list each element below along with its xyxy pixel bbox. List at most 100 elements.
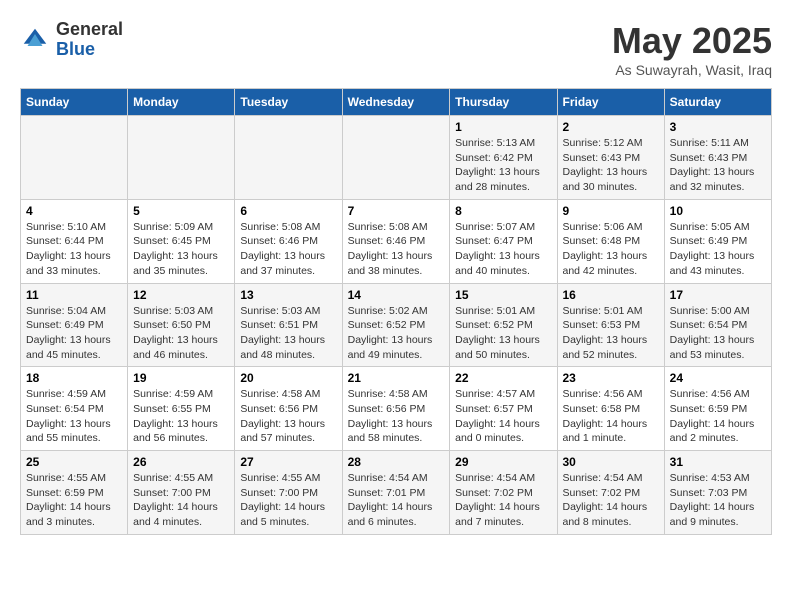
logo: General Blue (20, 20, 123, 60)
day-number: 5 (133, 204, 229, 218)
day-number: 27 (240, 455, 336, 469)
calendar-table: SundayMondayTuesdayWednesdayThursdayFrid… (20, 88, 772, 535)
day-number: 18 (26, 371, 122, 385)
calendar-cell: 11 Sunrise: 5:04 AMSunset: 6:49 PMDayligh… (21, 283, 128, 367)
calendar-cell: 15Sunrise: 5:01 AMSunset: 6:52 PMDayligh… (450, 283, 557, 367)
calendar-cell: 30 Sunrise: 4:54 AMSunset: 7:02 PMDayligh… (557, 451, 664, 535)
calendar-cell: 27 Sunrise: 4:55 AMSunset: 7:00 PMDayligh… (235, 451, 342, 535)
calendar-week-row: 18 Sunrise: 4:59 AMSunset: 6:54 PMDayligh… (21, 367, 772, 451)
header-friday: Friday (557, 89, 664, 116)
day-info: Sunrise: 5:01 AMSunset: 6:52 PMDaylight:… (455, 304, 551, 363)
day-info: Sunrise: 4:59 AMSunset: 6:55 PMDaylight:… (133, 387, 229, 446)
calendar-cell: 12 Sunrise: 5:03 AMSunset: 6:50 PMDayligh… (128, 283, 235, 367)
day-info: Sunrise: 4:53 AMSunset: 7:03 PMDaylight:… (670, 471, 766, 530)
day-info: Sunrise: 5:04 AMSunset: 6:49 PMDaylight:… (26, 304, 122, 363)
day-number: 22 (455, 371, 551, 385)
day-info: Sunrise: 4:55 AMSunset: 7:00 PMDaylight:… (240, 471, 336, 530)
day-info: Sunrise: 4:55 AMSunset: 6:59 PMDaylight:… (26, 471, 122, 530)
day-info: Sunrise: 5:08 AMSunset: 6:46 PMDaylight:… (348, 220, 445, 279)
day-info: Sunrise: 5:11 AMSunset: 6:43 PMDaylight:… (670, 136, 766, 195)
day-number: 11 (26, 288, 122, 302)
calendar-cell: 16 Sunrise: 5:01 AMSunset: 6:53 PMDayligh… (557, 283, 664, 367)
calendar-cell: 5 Sunrise: 5:09 AMSunset: 6:45 PMDaylight… (128, 199, 235, 283)
calendar-week-row: 25 Sunrise: 4:55 AMSunset: 6:59 PMDayligh… (21, 451, 772, 535)
calendar-cell (128, 116, 235, 200)
calendar-cell: 3 Sunrise: 5:11 AMSunset: 6:43 PMDaylight… (664, 116, 771, 200)
day-number: 28 (348, 455, 445, 469)
calendar-week-row: 1Sunrise: 5:13 AMSunset: 6:42 PMDaylight… (21, 116, 772, 200)
day-number: 25 (26, 455, 122, 469)
day-info: Sunrise: 4:55 AMSunset: 7:00 PMDaylight:… (133, 471, 229, 530)
calendar-cell: 14 Sunrise: 5:02 AMSunset: 6:52 PMDayligh… (342, 283, 450, 367)
day-number: 30 (563, 455, 659, 469)
day-info: Sunrise: 5:03 AMSunset: 6:51 PMDaylight:… (240, 304, 336, 363)
location: As Suwayrah, Wasit, Iraq (612, 62, 772, 78)
calendar-cell: 8 Sunrise: 5:07 AMSunset: 6:47 PMDaylight… (450, 199, 557, 283)
day-number: 9 (563, 204, 659, 218)
day-info: Sunrise: 4:54 AMSunset: 7:02 PMDaylight:… (563, 471, 659, 530)
day-number: 29 (455, 455, 551, 469)
calendar-cell: 2 Sunrise: 5:12 AMSunset: 6:43 PMDaylight… (557, 116, 664, 200)
calendar-cell: 29 Sunrise: 4:54 AMSunset: 7:02 PMDayligh… (450, 451, 557, 535)
day-number: 17 (670, 288, 766, 302)
day-info: Sunrise: 5:01 AMSunset: 6:53 PMDaylight:… (563, 304, 659, 363)
day-number: 23 (563, 371, 659, 385)
logo-general: General (56, 20, 123, 40)
calendar-cell: 28 Sunrise: 4:54 AMSunset: 7:01 PMDayligh… (342, 451, 450, 535)
day-number: 14 (348, 288, 445, 302)
day-info: Sunrise: 5:02 AMSunset: 6:52 PMDaylight:… (348, 304, 445, 363)
calendar-cell: 31 Sunrise: 4:53 AMSunset: 7:03 PMDayligh… (664, 451, 771, 535)
calendar-cell: 9Sunrise: 5:06 AMSunset: 6:48 PMDaylight… (557, 199, 664, 283)
header-saturday: Saturday (664, 89, 771, 116)
day-number: 2 (563, 120, 659, 134)
day-info: Sunrise: 4:56 AMSunset: 6:58 PMDaylight:… (563, 387, 659, 446)
day-number: 12 (133, 288, 229, 302)
day-number: 19 (133, 371, 229, 385)
day-info: Sunrise: 4:59 AMSunset: 6:54 PMDaylight:… (26, 387, 122, 446)
day-info: Sunrise: 4:54 AMSunset: 7:02 PMDaylight:… (455, 471, 551, 530)
calendar-header-row: SundayMondayTuesdayWednesdayThursdayFrid… (21, 89, 772, 116)
logo-blue: Blue (56, 40, 123, 60)
calendar-cell: 21Sunrise: 4:58 AMSunset: 6:56 PMDayligh… (342, 367, 450, 451)
header-monday: Monday (128, 89, 235, 116)
calendar-cell: 7Sunrise: 5:08 AMSunset: 6:46 PMDaylight… (342, 199, 450, 283)
calendar-cell: 22Sunrise: 4:57 AMSunset: 6:57 PMDayligh… (450, 367, 557, 451)
day-number: 4 (26, 204, 122, 218)
calendar-cell: 18 Sunrise: 4:59 AMSunset: 6:54 PMDayligh… (21, 367, 128, 451)
calendar-cell (235, 116, 342, 200)
day-number: 6 (240, 204, 336, 218)
calendar-cell: 13 Sunrise: 5:03 AMSunset: 6:51 PMDayligh… (235, 283, 342, 367)
day-info: Sunrise: 4:54 AMSunset: 7:01 PMDaylight:… (348, 471, 445, 530)
day-info: Sunrise: 5:05 AMSunset: 6:49 PMDaylight:… (670, 220, 766, 279)
day-info: Sunrise: 4:58 AMSunset: 6:56 PMDaylight:… (348, 387, 445, 446)
calendar-cell (342, 116, 450, 200)
calendar-cell: 10Sunrise: 5:05 AMSunset: 6:49 PMDayligh… (664, 199, 771, 283)
calendar-cell: 1Sunrise: 5:13 AMSunset: 6:42 PMDaylight… (450, 116, 557, 200)
day-number: 13 (240, 288, 336, 302)
day-info: Sunrise: 5:12 AMSunset: 6:43 PMDaylight:… (563, 136, 659, 195)
page-header: General Blue May 2025 As Suwayrah, Wasit… (20, 20, 772, 78)
day-info: Sunrise: 5:13 AMSunset: 6:42 PMDaylight:… (455, 136, 551, 195)
calendar-week-row: 11 Sunrise: 5:04 AMSunset: 6:49 PMDayligh… (21, 283, 772, 367)
day-number: 16 (563, 288, 659, 302)
calendar-cell: 17 Sunrise: 5:00 AMSunset: 6:54 PMDayligh… (664, 283, 771, 367)
day-info: Sunrise: 5:07 AMSunset: 6:47 PMDaylight:… (455, 220, 551, 279)
day-info: Sunrise: 5:08 AMSunset: 6:46 PMDaylight:… (240, 220, 336, 279)
calendar-week-row: 4Sunrise: 5:10 AMSunset: 6:44 PMDaylight… (21, 199, 772, 283)
title-block: May 2025 As Suwayrah, Wasit, Iraq (612, 20, 772, 78)
calendar-cell: 26 Sunrise: 4:55 AMSunset: 7:00 PMDayligh… (128, 451, 235, 535)
day-number: 26 (133, 455, 229, 469)
header-tuesday: Tuesday (235, 89, 342, 116)
day-info: Sunrise: 5:00 AMSunset: 6:54 PMDaylight:… (670, 304, 766, 363)
day-info: Sunrise: 5:09 AMSunset: 6:45 PMDaylight:… (133, 220, 229, 279)
day-number: 20 (240, 371, 336, 385)
day-number: 31 (670, 455, 766, 469)
day-info: Sunrise: 5:03 AMSunset: 6:50 PMDaylight:… (133, 304, 229, 363)
day-number: 8 (455, 204, 551, 218)
calendar-cell: 24Sunrise: 4:56 AMSunset: 6:59 PMDayligh… (664, 367, 771, 451)
logo-icon (20, 25, 50, 55)
header-thursday: Thursday (450, 89, 557, 116)
calendar-cell: 20Sunrise: 4:58 AMSunset: 6:56 PMDayligh… (235, 367, 342, 451)
day-number: 3 (670, 120, 766, 134)
header-sunday: Sunday (21, 89, 128, 116)
